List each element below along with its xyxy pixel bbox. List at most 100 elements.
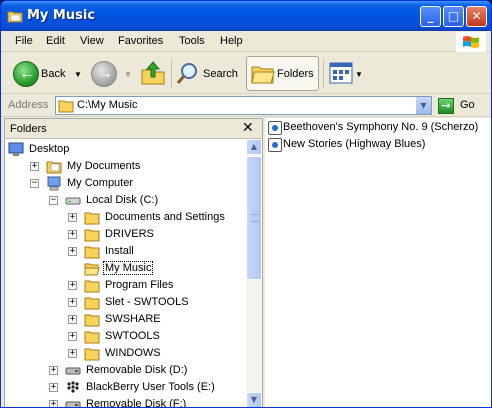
folder-icon — [84, 346, 100, 361]
expand-icon[interactable]: + — [68, 298, 77, 307]
chevron-down-icon: ▼ — [420, 101, 427, 110]
expand-icon[interactable]: + — [68, 213, 77, 222]
toolbar-separator — [171, 59, 172, 88]
collapse-icon[interactable]: − — [30, 179, 39, 188]
folder-icon — [84, 227, 100, 242]
expand-icon[interactable]: + — [68, 332, 77, 341]
folder-icon — [84, 278, 100, 293]
folder-icon — [58, 100, 74, 113]
search-button[interactable]: Search — [176, 57, 240, 90]
tree-item[interactable]: My Music — [5, 260, 245, 277]
forward-dropdown-icon[interactable]: ▼ — [124, 70, 132, 79]
tree-item[interactable]: + Slet - SWTOOLS — [5, 294, 245, 311]
go-arrow-icon[interactable]: → — [438, 98, 454, 114]
views-button[interactable]: ▼ — [329, 57, 363, 90]
file-item[interactable]: New Stories (Highway Blues) — [268, 137, 488, 154]
views-dropdown-icon[interactable]: ▼ — [355, 70, 363, 79]
collapse-icon[interactable]: − — [49, 196, 58, 205]
explorer-window: My Music _ □ ✕ File Edit View Favorites … — [0, 0, 492, 408]
my-documents-icon — [46, 159, 62, 174]
wma-audio-icon — [268, 121, 282, 135]
tree-item-label: Removable Disk (F:) — [86, 398, 187, 408]
close-folders-pane-button[interactable]: ✕ — [242, 120, 254, 136]
tree-item-label: Documents and Settings — [105, 211, 225, 223]
file-name: New Stories (Highway Blues) — [283, 138, 426, 150]
expand-icon[interactable]: + — [49, 366, 58, 375]
removable-disk-icon — [65, 363, 81, 377]
tree-item[interactable]: + SWSHARE — [5, 311, 245, 328]
desktop-icon — [8, 142, 24, 156]
removable-disk-icon — [65, 397, 81, 407]
up-folder-icon — [141, 61, 165, 85]
scroll-up-button[interactable]: ▲ — [246, 139, 262, 155]
file-item[interactable]: Beethoven's Symphony No. 9 (Scherzo) — [268, 120, 488, 137]
menu-edit[interactable]: Edit — [46, 35, 65, 47]
tree-item-label: WINDOWS — [105, 347, 161, 359]
folder-icon — [84, 244, 100, 259]
minimize-icon: _ — [427, 9, 434, 23]
address-input[interactable]: C:\My Music ▼ — [55, 96, 432, 115]
folders-button[interactable]: Folders — [246, 56, 319, 91]
scroll-grip-icon — [251, 214, 259, 222]
scroll-down-button[interactable]: ▼ — [246, 392, 262, 407]
menu-bar: File Edit View Favorites Tools Help — [1, 31, 491, 52]
file-list: Beethoven's Symphony No. 9 (Scherzo) New … — [265, 118, 491, 407]
go-button[interactable]: Go — [460, 99, 475, 111]
tree-item-label: Desktop — [29, 143, 70, 155]
menu-file[interactable]: File — [15, 35, 33, 47]
expand-icon[interactable]: + — [68, 281, 77, 290]
expand-icon[interactable]: + — [68, 230, 77, 239]
up-folder-button[interactable] — [140, 57, 166, 90]
title-bar[interactable]: My Music _ □ ✕ — [1, 1, 491, 31]
tree-item-label: My Computer — [67, 177, 134, 189]
forward-arrow-icon: → — [91, 61, 117, 87]
tree-item[interactable]: + Documents and Settings — [5, 209, 245, 226]
folder-icon — [84, 295, 100, 310]
back-label: Back — [41, 68, 66, 80]
address-dropdown-button[interactable]: ▼ — [415, 97, 431, 114]
expand-icon[interactable]: + — [68, 315, 77, 324]
my-computer-icon — [46, 176, 62, 191]
toolbar: ← Back ▼ → ▼ Search Folders ▼ — [1, 53, 491, 94]
tree-item[interactable]: + Removable Disk (F:) — [5, 396, 245, 408]
back-button[interactable]: ← Back ▼ — [13, 57, 83, 90]
tree-item[interactable]: + WINDOWS — [5, 345, 245, 362]
close-button[interactable]: ✕ — [466, 6, 487, 27]
folders-pane-title: Folders — [10, 123, 47, 135]
back-dropdown-icon[interactable]: ▼ — [74, 70, 82, 79]
folder-icon — [7, 11, 23, 23]
tree-item[interactable]: + DRIVERS — [5, 226, 245, 243]
tree-item[interactable]: Desktop — [5, 141, 245, 158]
tree-item[interactable]: − My Computer — [5, 175, 245, 192]
maximize-button[interactable]: □ — [443, 6, 464, 27]
scroll-thumb[interactable] — [246, 156, 262, 280]
expand-icon[interactable]: + — [49, 383, 58, 392]
tree-item[interactable]: + Install — [5, 243, 245, 260]
tree-item-label: Removable Disk (D:) — [86, 364, 188, 376]
expand-icon[interactable]: + — [68, 247, 77, 256]
menu-favorites[interactable]: Favorites — [118, 35, 163, 47]
file-name: Beethoven's Symphony No. 9 (Scherzo) — [283, 121, 479, 133]
tree-item[interactable]: + SWTOOLS — [5, 328, 245, 345]
tree-item[interactable]: + Program Files — [5, 277, 245, 294]
wma-audio-icon — [268, 138, 282, 152]
folder-icon — [84, 210, 100, 225]
tree-item[interactable]: + My Documents — [5, 158, 245, 175]
expand-icon[interactable]: + — [49, 400, 58, 407]
tree-item-label: My Documents — [67, 160, 141, 172]
minimize-button[interactable]: _ — [420, 6, 441, 27]
tree-item[interactable]: + Removable Disk (D:) — [5, 362, 245, 379]
menu-view[interactable]: View — [80, 35, 104, 47]
tree-item[interactable]: − Local Disk (C:) — [5, 192, 245, 209]
menu-help[interactable]: Help — [220, 35, 243, 47]
expand-icon[interactable]: + — [68, 349, 77, 358]
vertical-scrollbar[interactable]: ▲ ▼ — [246, 139, 262, 407]
menu-tools[interactable]: Tools — [179, 35, 205, 47]
tree-item[interactable]: + BlackBerry User Tools (E:) — [5, 379, 245, 396]
folder-icon — [84, 329, 100, 344]
tree-item-label: BlackBerry User Tools (E:) — [86, 381, 215, 393]
expand-icon[interactable]: + — [30, 162, 39, 171]
forward-button[interactable]: → ▼ — [91, 57, 133, 90]
search-icon — [176, 63, 197, 84]
folder-tree: Desktop + My Documents − My Computer − Local D… — [5, 139, 246, 408]
